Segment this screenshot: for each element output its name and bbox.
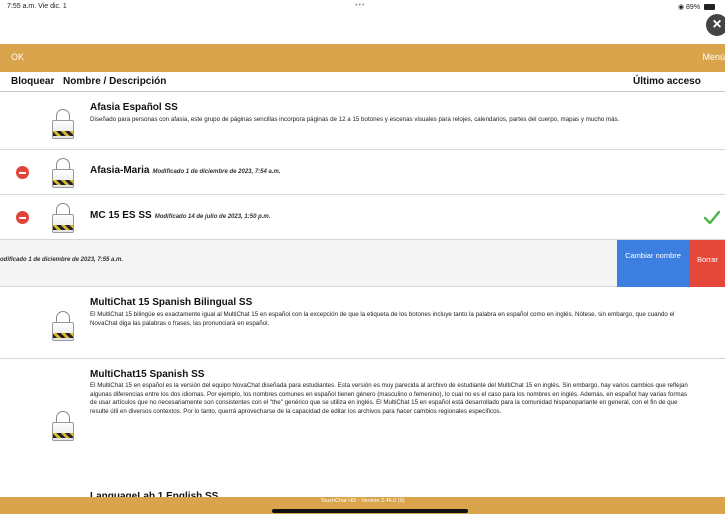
item-title-text: MC 15 ES SS [90, 210, 152, 221]
top-toolbar: OK Menú [0, 44, 725, 72]
menu-button[interactable]: Menú [702, 52, 725, 62]
lock-icon[interactable] [52, 411, 74, 441]
list-item[interactable]: MC 15 ES SS Modificado 14 de julio de 202… [0, 195, 725, 240]
list-item[interactable]: Afasia-Maria Modificado 1 de diciembre de… [0, 150, 725, 195]
battery-icon [704, 4, 715, 11]
item-description: El MultiChat 15 bilingüe es exactamente … [90, 311, 675, 327]
multitask-dots[interactable]: ••• [355, 2, 365, 9]
lock-icon[interactable] [52, 203, 74, 233]
ok-button[interactable]: OK [11, 52, 24, 62]
item-description: El MultiChat 15 en español es la versión… [90, 382, 688, 415]
version-label: TouchChat HD - Versión 2.46.0 (9) [320, 498, 405, 504]
rename-button[interactable]: Cambiar nombre [617, 240, 689, 287]
item-title: MC 15 ES SS Modificado 14 de julio de 202… [90, 210, 270, 221]
column-lock[interactable]: Bloquear [11, 76, 54, 87]
battery-level: 89% [686, 4, 701, 11]
column-name[interactable]: Nombre / Descripción [63, 76, 166, 87]
status-time: 7:55 a.m. Vie dic. 1 [7, 3, 67, 10]
wifi-icon: ◉ [677, 4, 685, 11]
item-title: MultiChat15 Spanish SS [90, 369, 205, 380]
item-description: Diseñado para personas con afasia, este … [90, 116, 620, 123]
item-modified: Modificado 1 de diciembre de 2023, 7:54 … [152, 169, 281, 175]
item-title: Afasia-Maria Modificado 1 de diciembre de… [90, 165, 281, 176]
checkmark-icon [703, 210, 721, 225]
swiped-list-item[interactable]: odificado 1 de diciembre de 2023, 7:55 a… [0, 240, 725, 287]
column-header: Bloquear Nombre / Descripción Último acc… [0, 72, 725, 92]
item-modified: odificado 1 de diciembre de 2023, 7:55 a… [0, 257, 124, 263]
delete-toggle-icon[interactable] [16, 211, 29, 224]
delete-toggle-icon[interactable] [16, 166, 29, 179]
lock-icon[interactable] [52, 311, 74, 341]
item-title: Afasia Español SS [90, 102, 178, 113]
home-indicator[interactable] [272, 509, 468, 513]
battery-indicator: ◉ 89% [678, 3, 715, 11]
footer-bar: TouchChat HD - Versión 2.46.0 (9) [0, 497, 725, 514]
column-last-access[interactable]: Último acceso [633, 76, 701, 87]
lock-icon[interactable] [52, 109, 74, 139]
app-root: 7:55 a.m. Vie dic. 1 ••• ◉ 89% × OK Menú… [0, 0, 725, 514]
lock-icon[interactable] [52, 158, 74, 188]
status-bar: 7:55 a.m. Vie dic. 1 ••• ◉ 89% × [0, 0, 725, 44]
delete-button[interactable]: Borrar [689, 240, 725, 287]
item-modified: Modificado 14 de julio de 2023, 1:50 p.m… [154, 214, 271, 220]
list-item[interactable]: MultiChat15 Spanish SS El MultiChat 15 e… [0, 359, 725, 491]
item-title: MultiChat 15 Spanish Bilingual SS [90, 297, 253, 308]
item-title-text: Afasia-Maria [90, 165, 150, 176]
list-item[interactable]: MultiChat 15 Spanish Bilingual SS El Mul… [0, 287, 725, 359]
list-item[interactable]: Afasia Español SS Diseñado para personas… [0, 92, 725, 150]
close-icon[interactable]: × [706, 14, 725, 36]
